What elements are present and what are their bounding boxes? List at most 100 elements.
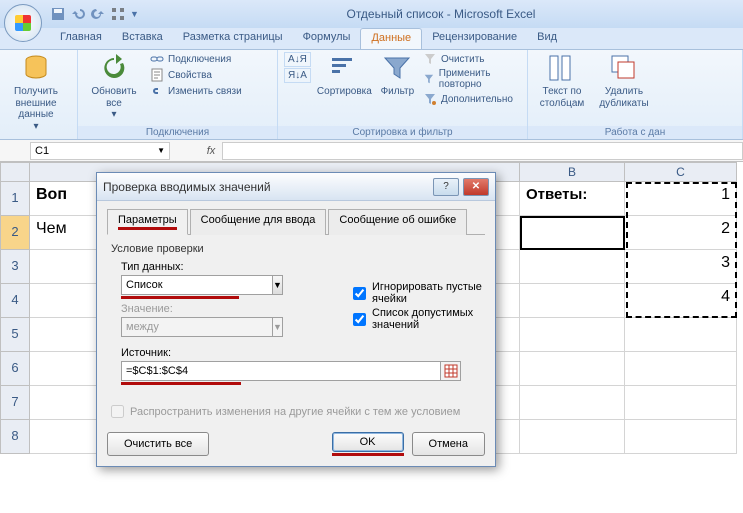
sort-button[interactable]: Сортировка [317, 52, 372, 98]
cell[interactable] [520, 318, 625, 352]
tab-data[interactable]: Данные [360, 28, 422, 49]
clear-all-button[interactable]: Очистить все [107, 432, 209, 456]
condition-label: Условие проверки [111, 243, 485, 255]
text-to-columns-button[interactable]: Текст по столбцам [534, 52, 590, 109]
tab-insert[interactable]: Вставка [112, 28, 173, 49]
cell[interactable]: 2 [625, 216, 737, 250]
clear-icon [423, 52, 437, 66]
filter-button[interactable]: Фильтр [378, 52, 417, 98]
window-title: Отдеьный список - Microsoft Excel [139, 7, 743, 21]
advanced-filter-button[interactable]: Дополнительно [423, 92, 521, 106]
properties-icon [150, 68, 164, 82]
row-header[interactable]: 1 [0, 182, 30, 216]
help-button[interactable]: ? [433, 178, 459, 196]
row-header[interactable]: 4 [0, 284, 30, 318]
cell[interactable] [520, 420, 625, 454]
clear-filter-button[interactable]: Очистить [423, 52, 521, 66]
columns-icon [546, 52, 578, 84]
cell[interactable] [625, 352, 737, 386]
propagate-checkbox: Распространить изменения на другие ячейк… [111, 405, 485, 418]
edit-links-button[interactable]: Изменить связи [150, 84, 242, 98]
cell[interactable]: 3 [625, 250, 737, 284]
grid-icon [444, 364, 458, 378]
value-combo: ▼ [121, 317, 241, 337]
reapply-button[interactable]: Применить повторно [423, 68, 521, 90]
tab-error-alert[interactable]: Сообщение об ошибке [328, 209, 467, 235]
get-external-data-button[interactable]: Получить внешние данные ▾ [6, 52, 66, 132]
connections-button[interactable]: Подключения [150, 52, 242, 66]
sort-asc-button[interactable]: А↓Я [284, 52, 311, 67]
formula-bar[interactable] [222, 142, 743, 160]
col-header-c[interactable]: C [625, 162, 737, 182]
row-header[interactable]: 8 [0, 420, 30, 454]
ok-button[interactable]: OK [332, 432, 404, 452]
cell[interactable] [520, 386, 625, 420]
row-header[interactable]: 5 [0, 318, 30, 352]
sort-desc-button[interactable]: Я↓А [284, 68, 311, 83]
group-sort-label: Сортировка и фильтр [278, 126, 527, 139]
qat-icon[interactable] [110, 6, 126, 22]
source-label: Источник: [121, 347, 485, 359]
ignore-blank-checkbox[interactable]: Игнорировать пустые ячейки [353, 281, 495, 305]
link-icon [150, 52, 164, 66]
source-input[interactable] [121, 361, 441, 381]
remove-duplicates-button[interactable]: Удалить дубликаты [596, 52, 652, 109]
row-header[interactable]: 7 [0, 386, 30, 420]
row-header[interactable]: 3 [0, 250, 30, 284]
undo-icon[interactable] [70, 6, 86, 22]
cell[interactable]: Ответы: [520, 182, 625, 216]
refresh-all-button[interactable]: Обновить все ▾ [84, 52, 144, 121]
tab-view[interactable]: Вид [527, 28, 567, 49]
type-label: Тип данных: [121, 261, 485, 273]
tab-input-message[interactable]: Сообщение для ввода [190, 209, 327, 235]
refresh-icon [98, 52, 130, 84]
cell[interactable]: 4 [625, 284, 737, 318]
cell[interactable] [520, 216, 625, 250]
cell[interactable]: 1 [625, 182, 737, 216]
range-picker-button[interactable] [441, 361, 461, 381]
duplicates-icon [608, 52, 640, 84]
close-button[interactable]: ✕ [463, 178, 489, 196]
cell[interactable] [625, 386, 737, 420]
cell[interactable] [625, 420, 737, 454]
type-combo[interactable]: ▼ [121, 275, 241, 295]
sort-icon [328, 52, 360, 84]
row-header[interactable]: 6 [0, 352, 30, 386]
cell[interactable] [520, 284, 625, 318]
database-icon [20, 52, 52, 84]
fx-icon[interactable]: fx [200, 145, 222, 157]
row-header[interactable]: 2 [0, 216, 30, 250]
office-button[interactable] [4, 4, 42, 42]
chevron-down-icon[interactable]: ▼ [157, 146, 165, 155]
chevron-down-icon: ▼ [273, 317, 283, 337]
redo-icon[interactable] [90, 6, 106, 22]
group-connections-label: Подключения [78, 126, 277, 139]
cancel-button[interactable]: Отмена [412, 432, 485, 456]
qat-more-icon[interactable]: ▼ [130, 9, 139, 19]
tab-parameters[interactable]: Параметры [107, 209, 188, 235]
advanced-icon [423, 92, 437, 106]
data-validation-dialog: Проверка вводимых значений ? ✕ Параметры… [96, 172, 496, 467]
type-input[interactable] [121, 275, 273, 295]
col-header-b[interactable]: B [520, 162, 625, 182]
cell[interactable] [520, 250, 625, 284]
dialog-title: Проверка вводимых значений [103, 180, 271, 194]
group-tools-label: Работа с дан [528, 126, 742, 139]
name-box[interactable]: C1 ▼ [30, 142, 170, 160]
tab-formulas[interactable]: Формулы [293, 28, 361, 49]
tab-layout[interactable]: Разметка страницы [173, 28, 293, 49]
chevron-down-icon[interactable]: ▼ [273, 275, 283, 295]
chain-icon [150, 84, 164, 98]
quick-access-toolbar: ▼ [50, 6, 139, 22]
tab-review[interactable]: Рецензирование [422, 28, 527, 49]
tab-home[interactable]: Главная [50, 28, 112, 49]
value-input [121, 317, 273, 337]
save-icon[interactable] [50, 6, 66, 22]
cell[interactable] [520, 352, 625, 386]
in-cell-dropdown-checkbox[interactable]: Список допустимых значений [353, 307, 495, 331]
funnel-icon [381, 52, 413, 84]
select-all-corner[interactable] [0, 162, 30, 182]
cell[interactable] [625, 318, 737, 352]
properties-button[interactable]: Свойства [150, 68, 242, 82]
reapply-icon [423, 72, 435, 86]
